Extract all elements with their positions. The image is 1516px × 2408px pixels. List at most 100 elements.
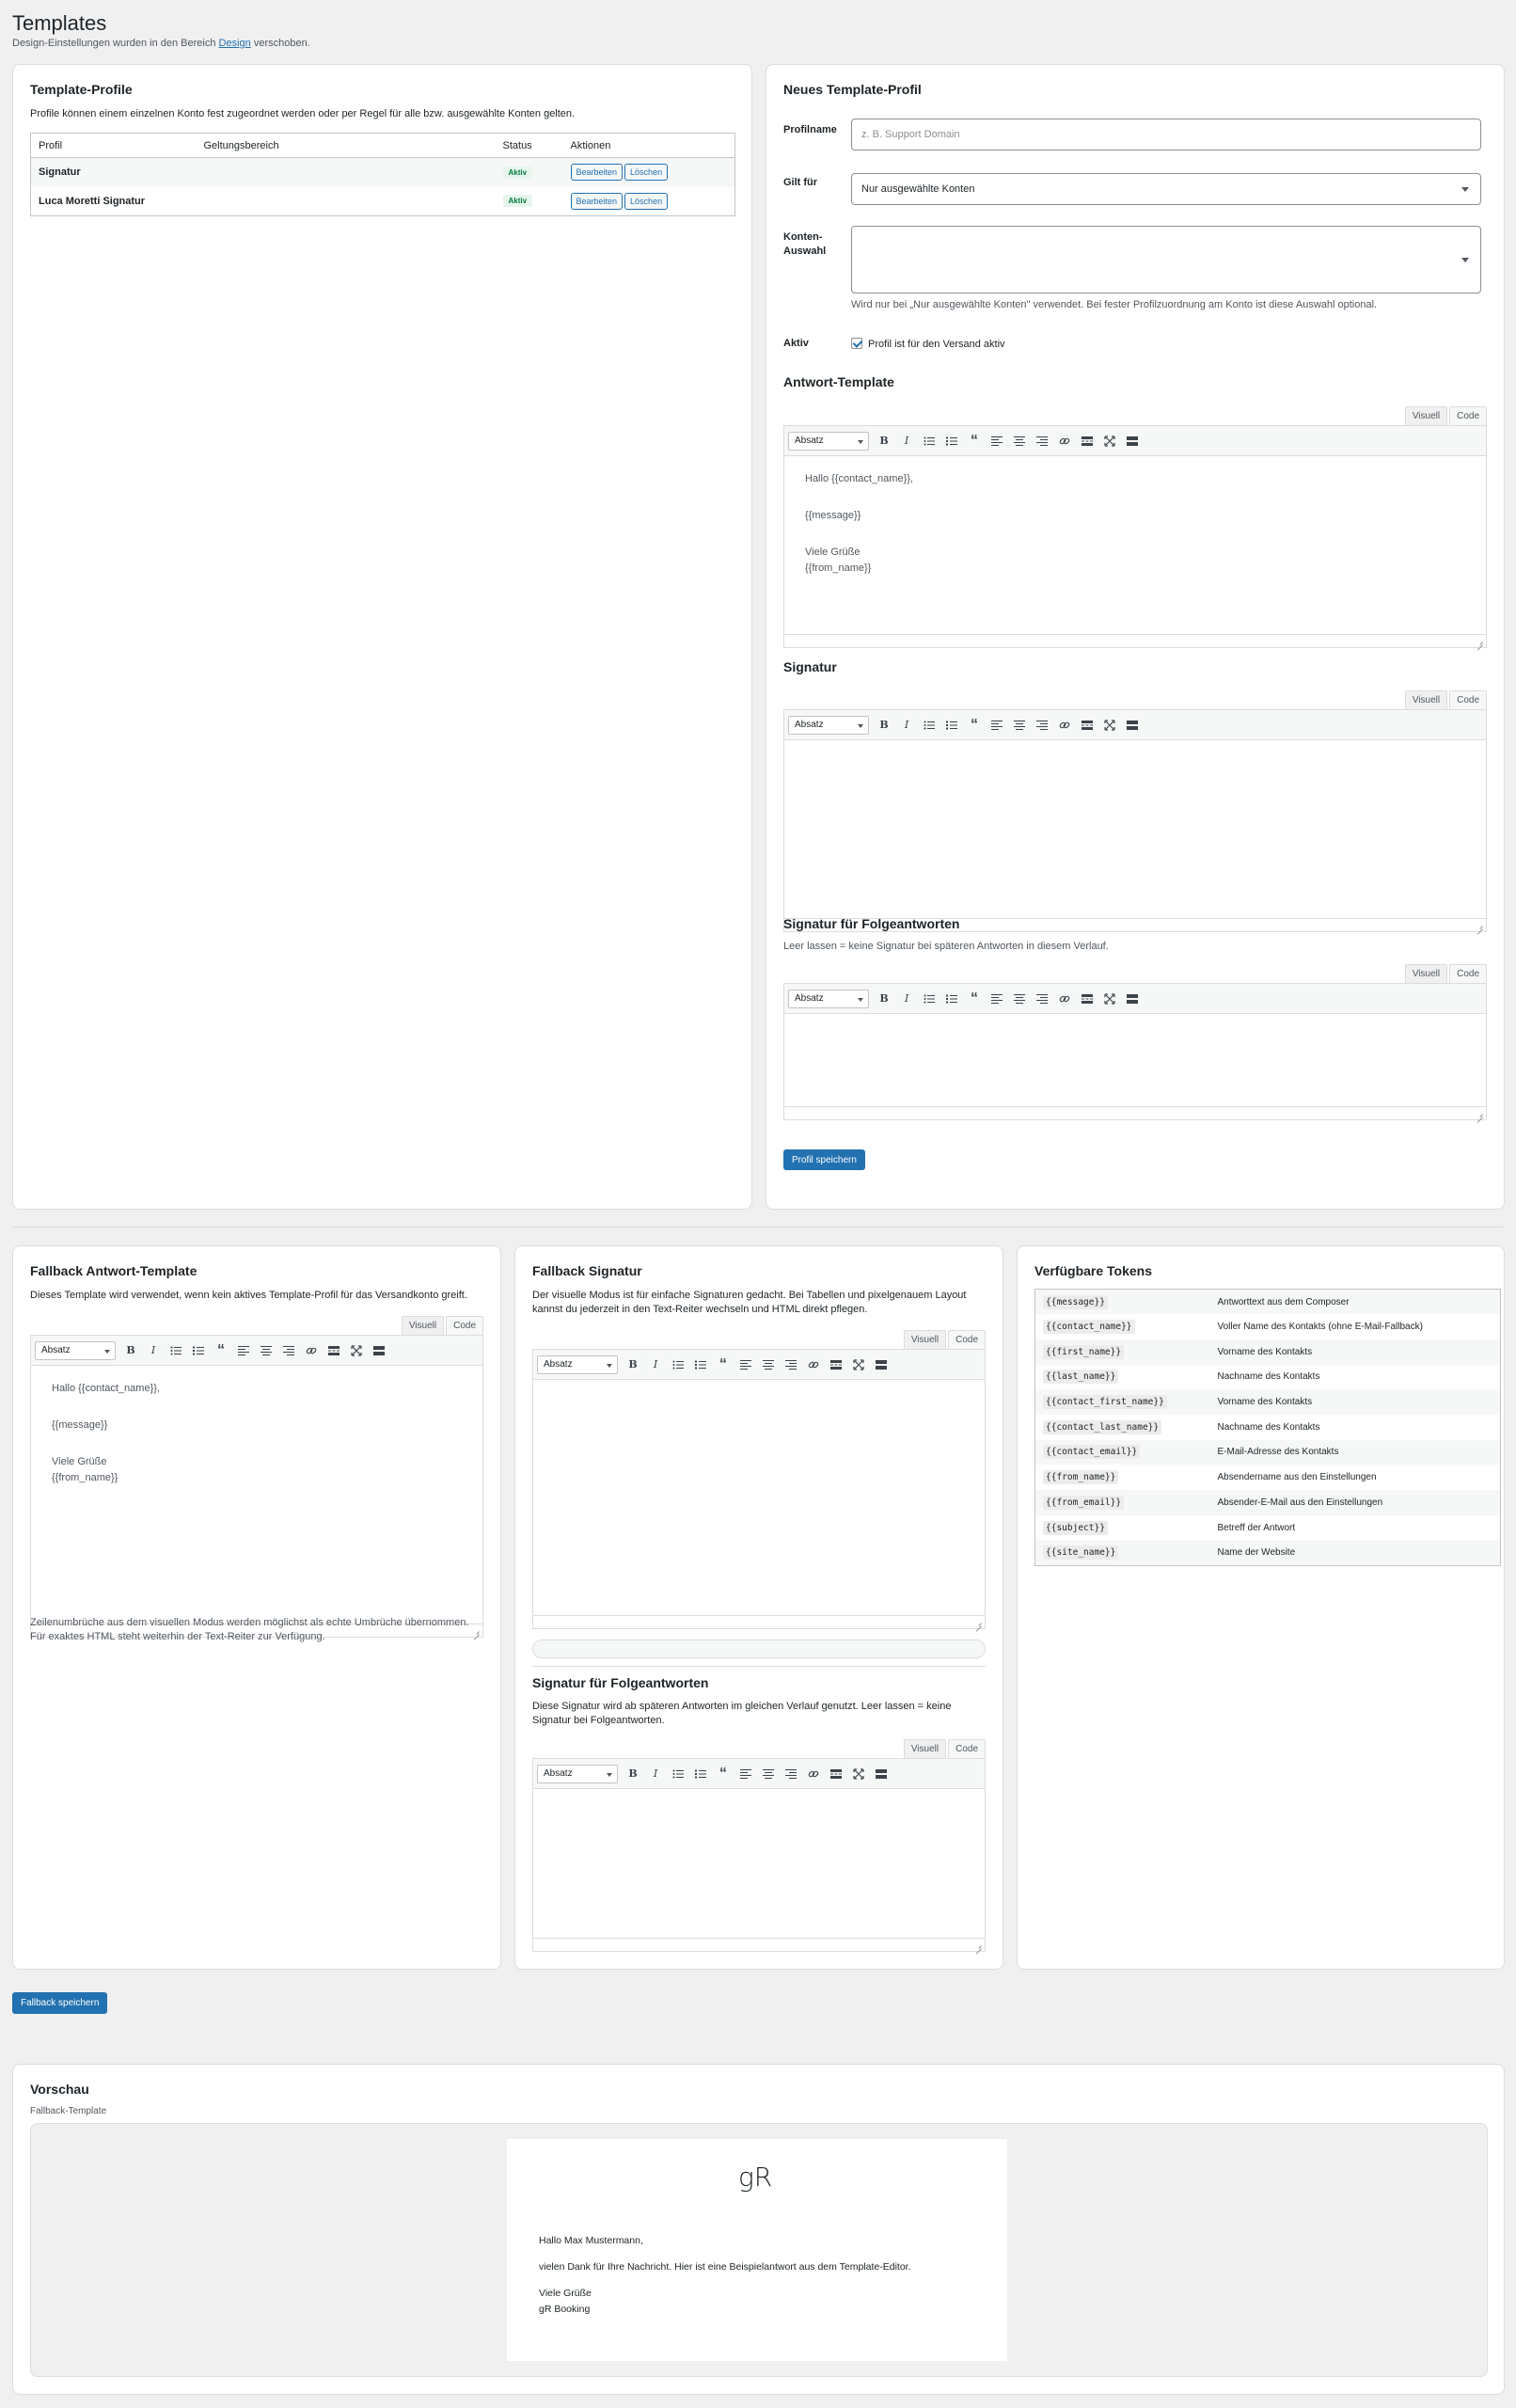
numbered-list-icon[interactable] — [689, 1355, 712, 1374]
fullscreen-icon[interactable] — [1098, 716, 1121, 735]
tab-visual[interactable]: Visuell — [1404, 406, 1448, 425]
align-left-icon[interactable] — [986, 716, 1008, 735]
align-right-icon[interactable] — [1031, 990, 1053, 1008]
resize-handle[interactable] — [1476, 922, 1483, 929]
tab-code[interactable]: Code — [446, 1316, 483, 1335]
align-center-icon[interactable] — [757, 1355, 780, 1374]
blockquote-icon[interactable]: “ — [712, 1355, 734, 1374]
italic-icon[interactable]: I — [895, 716, 918, 735]
editor-content[interactable]: Hallo {{contact_name}}, {{message}} Viel… — [805, 471, 1465, 577]
align-right-icon[interactable] — [780, 1765, 802, 1783]
align-right-icon[interactable] — [780, 1355, 802, 1374]
align-left-icon[interactable] — [734, 1355, 757, 1374]
link-icon[interactable] — [300, 1341, 323, 1360]
bulleted-list-icon[interactable] — [918, 716, 940, 735]
align-left-icon[interactable] — [734, 1765, 757, 1783]
read-more-icon[interactable] — [1076, 432, 1098, 451]
format-select[interactable]: Absatz — [537, 1764, 618, 1783]
read-more-icon[interactable] — [825, 1355, 847, 1374]
toolbar-toggle-icon[interactable] — [1121, 716, 1144, 735]
tab-code[interactable]: Code — [1449, 406, 1487, 425]
blockquote-icon[interactable]: “ — [210, 1341, 232, 1360]
tab-code[interactable]: Code — [1449, 690, 1487, 709]
blockquote-icon[interactable]: “ — [712, 1765, 734, 1783]
link-icon[interactable] — [802, 1765, 825, 1783]
tab-code[interactable]: Code — [1449, 964, 1487, 983]
toolbar-toggle-icon[interactable] — [368, 1341, 390, 1360]
tab-visual[interactable]: Visuell — [903, 1739, 947, 1758]
bulleted-list-icon[interactable] — [918, 432, 940, 451]
italic-icon[interactable]: I — [895, 432, 918, 451]
numbered-list-icon[interactable] — [940, 716, 963, 735]
format-select[interactable]: Absatz — [537, 1354, 618, 1374]
accounts-multiselect[interactable] — [851, 226, 1481, 293]
tab-code[interactable]: Code — [948, 1739, 986, 1758]
bulleted-list-icon[interactable] — [165, 1341, 187, 1360]
align-left-icon[interactable] — [232, 1341, 255, 1360]
blockquote-icon[interactable]: “ — [963, 432, 986, 451]
align-left-icon[interactable] — [986, 432, 1008, 451]
italic-icon[interactable]: I — [644, 1355, 667, 1374]
applies-to-select[interactable]: Nur ausgewählte Konten — [851, 173, 1481, 205]
resize-handle[interactable] — [974, 1941, 982, 1949]
fullscreen-icon[interactable] — [345, 1341, 368, 1360]
format-select[interactable]: Absatz — [788, 715, 869, 735]
bold-icon[interactable]: B — [119, 1341, 142, 1360]
toolbar-toggle-icon[interactable] — [870, 1355, 892, 1374]
bold-icon[interactable]: B — [873, 990, 895, 1008]
delete-profile-button[interactable]: Löschen — [624, 192, 669, 210]
align-center-icon[interactable] — [1008, 990, 1031, 1008]
resize-handle[interactable] — [1476, 1110, 1483, 1117]
align-center-icon[interactable] — [255, 1341, 277, 1360]
edit-profile-button[interactable]: Bearbeiten — [570, 164, 624, 182]
bulleted-list-icon[interactable] — [918, 990, 940, 1008]
edit-profile-button[interactable]: Bearbeiten — [570, 192, 624, 210]
tab-visual[interactable]: Visuell — [903, 1330, 947, 1349]
blockquote-icon[interactable]: “ — [963, 716, 986, 735]
link-icon[interactable] — [1053, 716, 1076, 735]
toolbar-toggle-icon[interactable] — [1121, 990, 1144, 1008]
read-more-icon[interactable] — [1076, 990, 1098, 1008]
resize-handle[interactable] — [1476, 638, 1483, 645]
design-link[interactable]: Design — [219, 38, 251, 49]
fullscreen-icon[interactable] — [847, 1355, 870, 1374]
link-icon[interactable] — [1053, 432, 1076, 451]
bold-icon[interactable]: B — [873, 432, 895, 451]
read-more-icon[interactable] — [825, 1765, 847, 1783]
numbered-list-icon[interactable] — [940, 990, 963, 1008]
align-center-icon[interactable] — [757, 1765, 780, 1783]
tab-visual[interactable]: Visuell — [401, 1316, 445, 1335]
read-more-icon[interactable] — [1076, 716, 1098, 735]
fullscreen-icon[interactable] — [1098, 990, 1121, 1008]
fullscreen-icon[interactable] — [1098, 432, 1121, 451]
numbered-list-icon[interactable] — [940, 432, 963, 451]
bulleted-list-icon[interactable] — [667, 1355, 689, 1374]
active-checkbox[interactable] — [851, 338, 862, 349]
align-left-icon[interactable] — [986, 990, 1008, 1008]
bold-icon[interactable]: B — [622, 1355, 644, 1374]
format-select[interactable]: Absatz — [35, 1340, 116, 1360]
blockquote-icon[interactable]: “ — [963, 990, 986, 1008]
italic-icon[interactable]: I — [142, 1341, 165, 1360]
fallback-save-button[interactable]: Fallback speichern — [12, 1992, 108, 2014]
save-profile-button[interactable]: Profil speichern — [783, 1149, 865, 1170]
bold-icon[interactable]: B — [873, 716, 895, 735]
italic-icon[interactable]: I — [895, 990, 918, 1008]
toolbar-toggle-icon[interactable] — [1121, 432, 1144, 451]
align-right-icon[interactable] — [1031, 716, 1053, 735]
read-more-icon[interactable] — [323, 1341, 345, 1360]
bold-icon[interactable]: B — [622, 1765, 644, 1783]
numbered-list-icon[interactable] — [187, 1341, 210, 1360]
format-select[interactable]: Absatz — [788, 431, 869, 451]
format-select[interactable]: Absatz — [788, 989, 869, 1008]
link-icon[interactable] — [1053, 990, 1076, 1008]
bulleted-list-icon[interactable] — [667, 1765, 689, 1783]
delete-profile-button[interactable]: Löschen — [624, 164, 669, 182]
align-center-icon[interactable] — [1008, 432, 1031, 451]
tab-code[interactable]: Code — [948, 1330, 986, 1349]
italic-icon[interactable]: I — [644, 1765, 667, 1783]
numbered-list-icon[interactable] — [689, 1765, 712, 1783]
fullscreen-icon[interactable] — [847, 1765, 870, 1783]
resize-handle[interactable] — [974, 1619, 982, 1626]
toolbar-toggle-icon[interactable] — [870, 1765, 892, 1783]
